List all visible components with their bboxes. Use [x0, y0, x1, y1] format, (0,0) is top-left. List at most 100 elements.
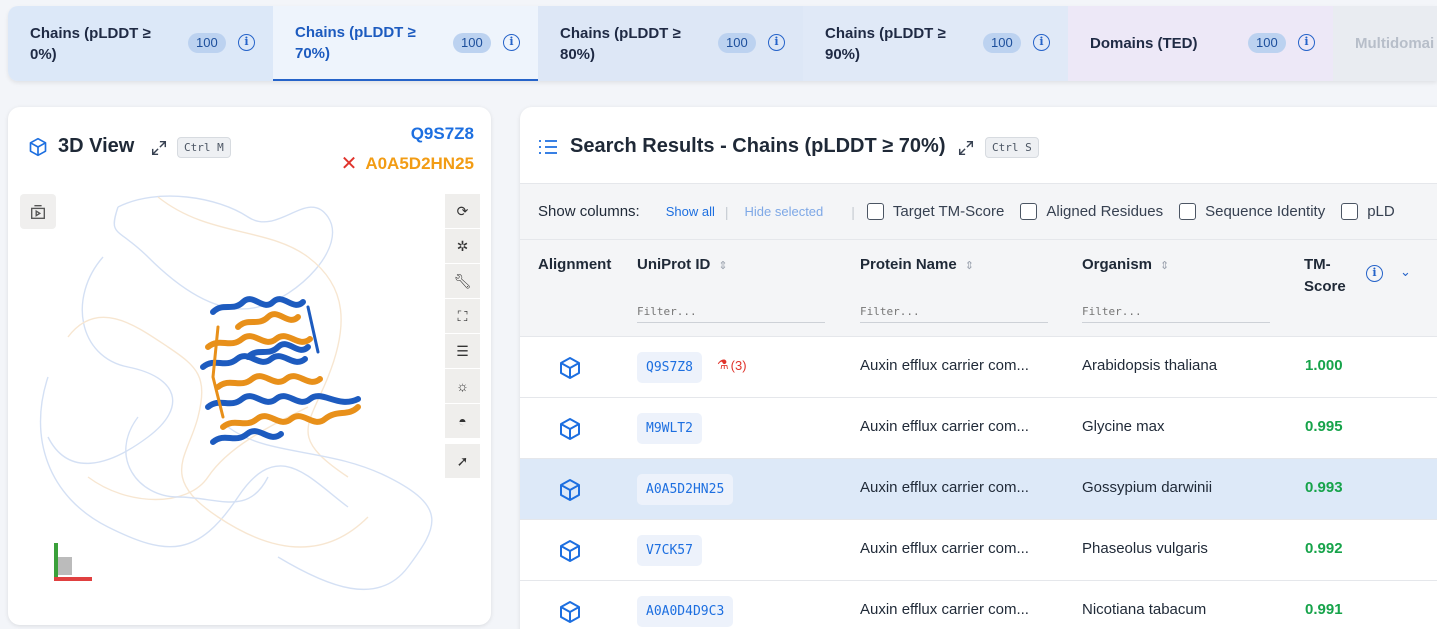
show-columns-label: Show columns: — [538, 203, 640, 220]
count-badge: 100 — [188, 33, 226, 53]
uniprot-filter-input[interactable] — [637, 305, 825, 323]
column-checkbox-plddt[interactable]: pLD — [1341, 203, 1395, 220]
result-tabs: Chains (pLDDT ≥ 0%) 100 i Chains (pLDDT … — [8, 6, 1437, 81]
info-icon[interactable]: i — [768, 34, 785, 51]
table-header: Alignment UniProt ID ⇕ Protein Name ⇕ Orga… — [520, 239, 1437, 337]
organism: Phaseolus vulgaris — [1082, 540, 1208, 557]
shortcut-hint: Ctrl S — [985, 137, 1039, 158]
tab-chains-plddt-0[interactable]: Chains (pLDDT ≥ 0%) 100 i — [8, 6, 273, 81]
expand-icon[interactable] — [957, 139, 975, 157]
table-row[interactable]: M9WLT2 Auxin efflux carrier com... Glyci… — [520, 397, 1437, 458]
info-icon[interactable]: i — [503, 34, 520, 51]
tab-label: Multidomai — [1355, 35, 1435, 52]
show-all-link[interactable]: Show all — [666, 204, 715, 219]
column-checkbox-sequence-identity[interactable]: Sequence Identity — [1179, 203, 1325, 220]
cube-icon[interactable] — [558, 600, 582, 624]
query-id: Q9S7Z8 — [410, 124, 474, 143]
viewer-header: 3D View — [28, 135, 134, 158]
organism-filter-input[interactable] — [1082, 305, 1270, 323]
column-checkbox-target-tm[interactable]: Target TM-Score — [866, 203, 1004, 220]
count-badge: 100 — [1248, 33, 1286, 53]
table-row[interactable]: Q9S7Z8 ⚗ (3) Auxin efflux carrier com... … — [520, 336, 1437, 397]
tm-score: 1.000 — [1305, 357, 1343, 374]
expand-icon[interactable] — [150, 139, 168, 157]
results-title: Search Results - Chains (pLDDT ≥ 70%) — [570, 135, 946, 157]
organism: Gossypium darwinii — [1082, 479, 1213, 496]
cube-icon — [29, 137, 47, 156]
close-icon[interactable]: ✕ — [341, 151, 358, 176]
tm-score: 0.995 — [1305, 418, 1343, 435]
tab-label: Chains (pLDDT ≥ 90%) — [825, 24, 946, 63]
column-checkbox-aligned-residues[interactable]: Aligned Residues — [1020, 203, 1163, 220]
results-header: Search Results - Chains (pLDDT ≥ 70%) — [538, 135, 946, 158]
info-icon[interactable]: i — [238, 34, 255, 51]
column-toggle-bar: Show columns: Show all | Hide selected |… — [520, 183, 1437, 239]
structure-viewer-panel: 3D View Ctrl M Q9S7Z8 ✕ A0A5D2HN25 ⟳ ✲ 🔧… — [8, 107, 491, 625]
chevron-down-icon[interactable]: ⌄ — [1400, 264, 1411, 280]
uniprot-link[interactable]: M9WLT2 — [637, 413, 702, 444]
axes-gizmo — [54, 543, 92, 581]
tab-label: Chains (pLDDT ≥ 70%) — [295, 23, 416, 62]
info-icon[interactable]: i — [1366, 265, 1383, 282]
tab-multidomain[interactable]: Multidomai — [1333, 6, 1437, 81]
search-results-panel: Search Results - Chains (pLDDT ≥ 70%) Ct… — [520, 107, 1437, 629]
divider: | — [724, 203, 729, 220]
spin-icon[interactable]: ✲ — [445, 229, 480, 263]
header-protein[interactable]: Protein Name ⇕ — [860, 254, 974, 277]
light-icon[interactable]: ☼ — [445, 369, 480, 403]
protein-name: Auxin efflux carrier com... — [860, 601, 1029, 618]
protein-structure-render[interactable] — [8, 177, 448, 625]
uniprot-link[interactable]: Q9S7Z8 — [637, 352, 702, 383]
reset-rotation-icon[interactable]: ⟳ — [445, 194, 480, 228]
wrench-icon[interactable]: 🔧︎ — [445, 264, 480, 298]
uniprot-link[interactable]: V7CK57 — [637, 535, 702, 566]
header-alignment: Alignment — [538, 256, 612, 273]
protein-name: Auxin efflux carrier com... — [860, 357, 1029, 374]
cube-icon[interactable] — [558, 417, 582, 441]
count-badge: 100 — [453, 33, 491, 53]
tab-label: Chains (pLDDT ≥ 0%) — [30, 24, 151, 63]
hide-selected-link[interactable]: Hide selected — [745, 204, 824, 219]
vr-icon[interactable]: ◓ — [445, 404, 480, 438]
tm-score: 0.991 — [1305, 601, 1343, 618]
cursor-icon[interactable]: ➚ — [445, 444, 480, 478]
cube-icon[interactable] — [558, 478, 582, 502]
uniprot-link[interactable]: A0A0D4D9C3 — [637, 596, 734, 627]
viewer-title: 3D View — [58, 135, 135, 157]
tab-domains-ted[interactable]: Domains (TED) 100 i — [1068, 6, 1333, 81]
table-row[interactable]: V7CK57 Auxin efflux carrier com... Phase… — [520, 519, 1437, 580]
tab-chains-plddt-80[interactable]: Chains (pLDDT ≥ 80%) 100 i — [538, 6, 803, 81]
tm-score: 0.992 — [1305, 540, 1343, 557]
info-icon[interactable]: i — [1033, 34, 1050, 51]
protein-name: Auxin efflux carrier com... — [860, 540, 1029, 557]
count-badge: 100 — [983, 33, 1021, 53]
protein-filter-input[interactable] — [860, 305, 1048, 323]
tab-chains-plddt-70[interactable]: Chains (pLDDT ≥ 70%) 100 i — [273, 6, 538, 81]
fullscreen-icon[interactable]: ⛶ — [445, 299, 480, 333]
protein-name: Auxin efflux carrier com... — [860, 418, 1029, 435]
cube-icon[interactable] — [558, 356, 582, 380]
experiment-badge[interactable]: ⚗ (3) — [717, 357, 747, 373]
count-badge: 100 — [718, 33, 756, 53]
organism: Arabidopsis thaliana — [1082, 357, 1218, 374]
flask-icon: ⚗ — [717, 357, 729, 372]
tab-label: Domains (TED) — [1090, 35, 1198, 52]
table-row-selected[interactable]: A0A5D2HN25 Auxin efflux carrier com... G… — [520, 458, 1437, 519]
table-row[interactable]: A0A0D4D9C3 Auxin efflux carrier com... N… — [520, 580, 1437, 629]
cube-icon[interactable] — [558, 539, 582, 563]
uniprot-link[interactable]: A0A5D2HN25 — [637, 474, 734, 505]
divider: | — [851, 203, 855, 220]
target-id: A0A5D2HN25 — [365, 153, 474, 173]
header-organism[interactable]: Organism ⇕ — [1082, 254, 1169, 277]
sort-icon: ⇕ — [964, 260, 974, 272]
sort-icon: ⇕ — [1160, 260, 1170, 272]
tab-label: Chains (pLDDT ≥ 80%) — [560, 24, 681, 63]
protein-name: Auxin efflux carrier com... — [860, 479, 1029, 496]
settings-sliders-icon[interactable]: ☰ — [445, 334, 480, 368]
tab-chains-plddt-90[interactable]: Chains (pLDDT ≥ 90%) 100 i — [803, 6, 1068, 81]
target-id-row: ✕ A0A5D2HN25 — [341, 151, 474, 176]
info-icon[interactable]: i — [1298, 34, 1315, 51]
header-uniprot[interactable]: UniProt ID ⇕ — [637, 254, 728, 277]
header-tm-score[interactable]: TM-Score — [1304, 254, 1346, 298]
viewer-toolbar: ⟳ ✲ 🔧︎ ⛶ ☰ ☼ ◓ ➚ — [445, 194, 480, 479]
